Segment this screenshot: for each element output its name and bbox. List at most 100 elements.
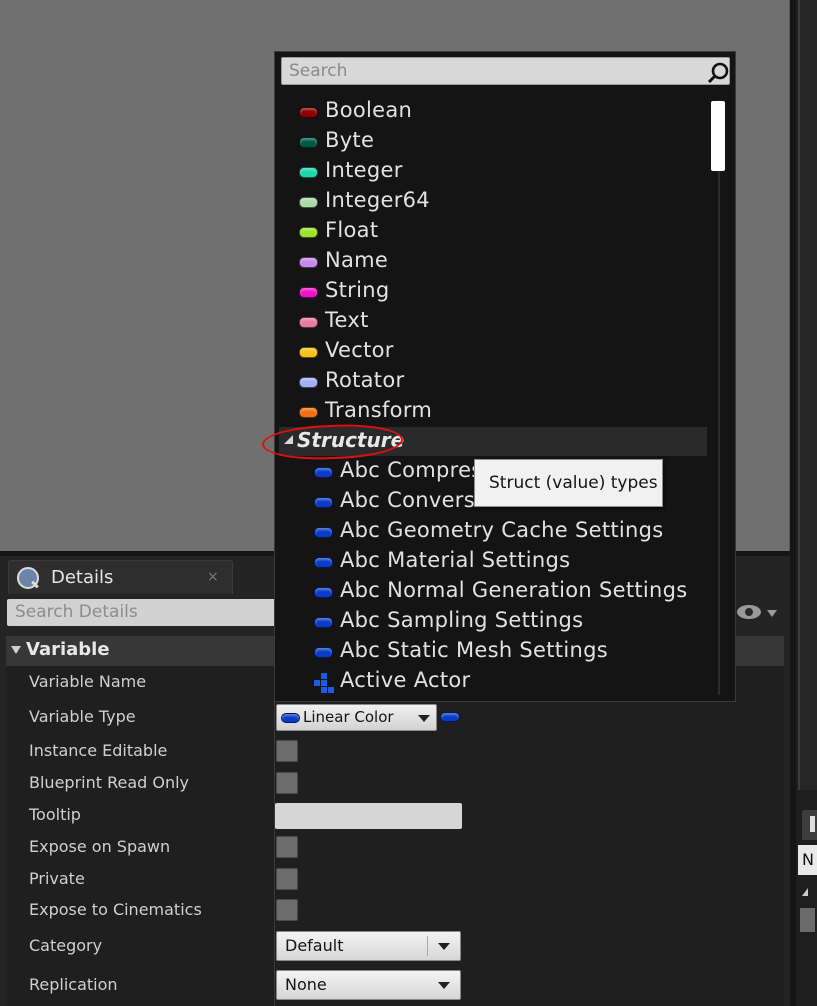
structure-item[interactable]: Abc Sampling Settings [314,607,704,637]
struct-pill-icon [314,557,333,568]
linear-color-pill-icon [281,713,300,723]
property-list: Variable Name Variable Type Instance Edi… [6,666,784,1006]
eye-icon[interactable] [736,604,762,620]
type-pill-icon [299,407,318,418]
replication-value: None [285,975,327,994]
structure-item-label: Abc Material Settings [340,548,571,572]
right-panel-frame [798,0,817,790]
struct-pill-icon [314,587,333,598]
instance-editable-checkbox[interactable] [276,740,298,762]
struct-pill-icon [314,617,333,628]
variable-type-picker-popup: Search Boolean Byte Integer Integer64 Float N… [261,51,736,702]
magnifier-icon [17,567,39,589]
type-pill-icon [299,287,318,298]
blueprint-read-only-label: Blueprint Read Only [29,773,190,792]
collapse-triangle-icon [11,646,21,654]
expose-on-spawn-checkbox[interactable] [276,836,298,858]
instance-editable-label: Instance Editable [29,741,168,760]
blueprint-read-only-checkbox[interactable] [276,772,298,794]
type-item-label: Integer [325,158,403,182]
expose-to-cinematics-label: Expose to Cinematics [29,900,202,919]
structure-item[interactable]: Active Actor [314,667,704,697]
scrollbar-thumb[interactable] [711,101,725,171]
right-panel-item[interactable] [800,908,815,932]
struct-pill-icon [314,497,333,508]
type-pill-icon [299,137,318,148]
structure-item[interactable]: Abc Normal Generation Settings [314,577,704,607]
type-item[interactable]: Integer [299,157,699,187]
structure-item-label: Abc Sampling Settings [340,608,584,632]
variable-type-dropdown[interactable]: Linear Color [276,704,437,731]
variable-type-label: Variable Type [29,707,136,726]
right-panel-input[interactable]: N [798,845,817,875]
structure-item-label: Abc Normal Generation Settings [340,578,688,602]
type-item-label: Transform [325,398,433,422]
category-dropdown[interactable]: Default [276,931,461,961]
type-item[interactable]: Rotator [299,367,699,397]
type-item-label: String [325,278,390,302]
type-pill-icon [299,107,318,118]
right-panel-tab[interactable] [802,810,817,840]
structure-tooltip: Struct (value) types [474,459,663,507]
type-search-input[interactable]: Search [281,57,730,85]
structure-item-label: Abc Static Mesh Settings [340,638,608,662]
structure-item-label: Active Actor [340,668,471,692]
chevron-down-icon[interactable] [767,610,777,617]
right-side-panel: N [796,0,817,1006]
type-item[interactable]: Float [299,217,699,247]
type-item-label: Name [325,248,389,272]
structure-item[interactable]: Abc Material Settings [314,547,704,577]
type-item[interactable]: Name [299,247,699,277]
search-details-input[interactable]: Search Details [7,599,297,626]
variable-name-label: Variable Name [29,672,147,691]
expose-to-cinematics-checkbox[interactable] [276,899,298,921]
type-item[interactable]: Byte [299,127,699,157]
type-search-placeholder: Search [289,61,348,81]
structure-item[interactable]: Abc Static Mesh Settings [314,637,704,667]
dropdown-separator [427,936,428,956]
type-item-label: Rotator [325,368,405,392]
expose-on-spawn-label: Expose on Spawn [29,837,171,856]
right-panel-expand-icon[interactable] [802,888,808,896]
struct-pill-icon [314,527,333,538]
structure-item[interactable]: Abc Geometry Cache Settings [314,517,704,547]
variable-type-value: Linear Color [303,708,394,726]
struct-pill-icon [314,647,333,658]
type-item[interactable]: Boolean [299,97,699,127]
type-pill-icon [299,197,318,208]
container-type-pill-icon[interactable] [440,712,460,722]
structure-item-label: Abc Convers [340,488,475,512]
chevron-down-icon [438,982,450,989]
replication-dropdown[interactable]: None [276,970,461,1000]
type-item-label: Integer64 [325,188,430,212]
type-item[interactable]: Text [299,307,699,337]
category-label: Variable [26,639,110,660]
actor-grid-icon [314,673,334,693]
struct-pill-icon [314,467,333,478]
chevron-down-icon [438,943,450,950]
type-item-label: Vector [325,338,394,362]
tooltip-input[interactable] [275,803,462,829]
type-item[interactable]: Transform [299,397,699,427]
type-pill-icon [299,227,318,238]
scrollbar-track[interactable] [718,100,720,695]
type-item[interactable]: Vector [299,337,699,367]
details-tab[interactable]: Details × [8,560,233,594]
type-item-label: Float [325,218,379,242]
type-pill-icon [299,377,318,388]
private-checkbox[interactable] [276,868,298,890]
column-divider[interactable] [274,666,275,1006]
close-icon[interactable]: × [207,569,219,585]
type-item-label: Byte [325,128,375,152]
type-item[interactable]: Integer64 [299,187,699,217]
category-value: Default [285,936,344,955]
details-tab-label: Details [51,567,114,588]
type-pill-icon [299,167,318,178]
type-item[interactable]: String [299,277,699,307]
type-pill-icon [299,257,318,268]
type-pill-icon [299,347,318,358]
type-item-label: Text [325,308,369,332]
private-label: Private [29,869,85,888]
category-property-label: Category [29,936,103,955]
chevron-down-icon [418,715,430,722]
